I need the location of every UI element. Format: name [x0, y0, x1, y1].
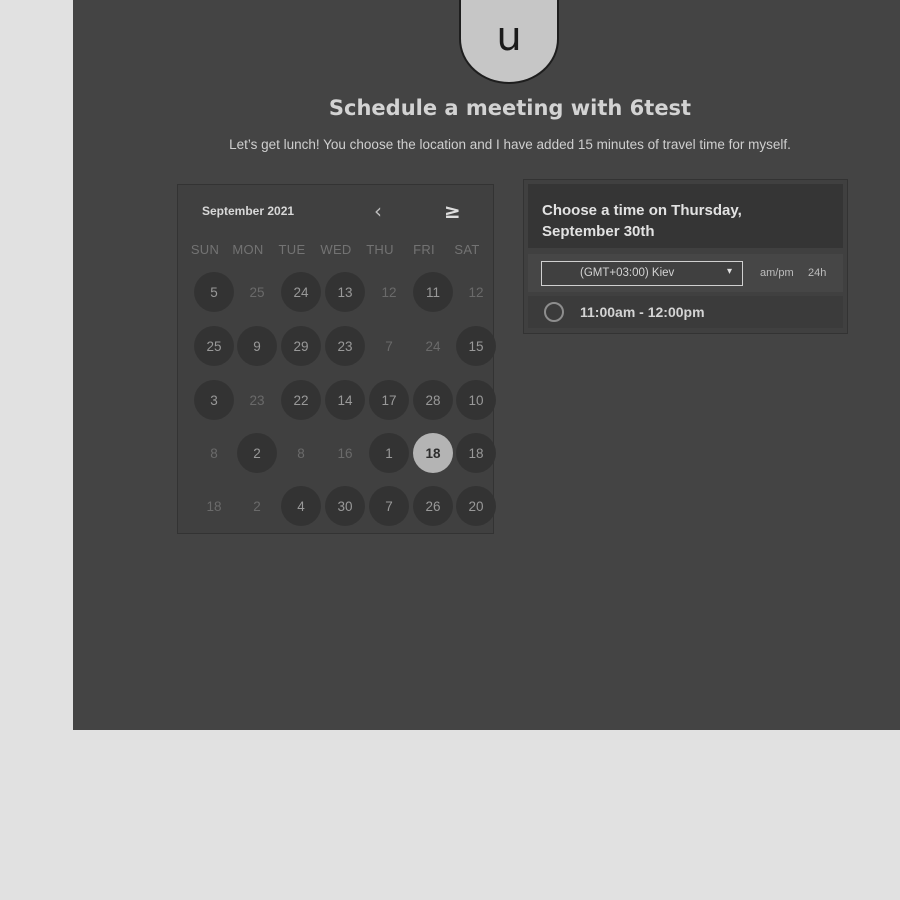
- timezone-row: (GMT+03:00) Kiev ▾ am/pm 24h: [528, 254, 843, 292]
- page-title: Schedule a meeting with 6test: [328, 96, 692, 120]
- time-panel: Choose a time on Thursday, September 30t…: [523, 179, 848, 334]
- time-panel-title: Choose a time on Thursday, September 30t…: [542, 202, 742, 240]
- time-slot-label: 11:00am - 12:00pm: [580, 304, 705, 320]
- caret-down-icon: ▾: [726, 266, 732, 277]
- format-ampm-toggle[interactable]: am/pm: [760, 267, 794, 279]
- calendar-month-label: September 2021: [202, 204, 295, 218]
- calendar-day[interactable]: 14: [325, 380, 365, 420]
- calendar-day: 16: [337, 445, 353, 461]
- calendar-day[interactable]: 15: [456, 326, 496, 366]
- time-panel-header: Choose a time on Thursday, September 30t…: [528, 184, 843, 248]
- page-subtitle: Let’s get lunch! You choose the location…: [229, 137, 791, 152]
- calendar: September 2021 ‹ ≥ SUN MON TUE WED THU FRI SAT…: [177, 184, 496, 534]
- calendar-day[interactable]: 30: [325, 486, 365, 526]
- calendar-day[interactable]: 13: [325, 272, 365, 312]
- weekday-label: THU: [366, 242, 394, 257]
- calendar-day[interactable]: 1: [369, 433, 409, 473]
- calendar-day: 25: [249, 284, 265, 300]
- weekday-label: SUN: [190, 242, 220, 257]
- calendar-day-selected[interactable]: 18: [413, 433, 453, 473]
- calendar-day[interactable]: 2: [237, 433, 277, 473]
- timezone-select[interactable]: (GMT+03:00) Kiev ▾: [541, 261, 743, 286]
- calendar-day: 12: [468, 284, 484, 300]
- chevron-left-icon[interactable]: ‹: [374, 199, 382, 223]
- radio-icon[interactable]: [544, 302, 564, 322]
- weekday-label: SAT: [454, 242, 480, 257]
- calendar-day[interactable]: 28: [413, 380, 453, 420]
- weekday-label: MON: [232, 242, 264, 257]
- timezone-value: (GMT+03:00) Kiev: [580, 267, 675, 279]
- calendar-day: 7: [385, 338, 393, 354]
- calendar-day: 12: [381, 284, 397, 300]
- calendar-day: 24: [425, 338, 441, 354]
- calendar-day[interactable]: 10: [456, 380, 496, 420]
- calendar-day: 8: [297, 445, 305, 461]
- calendar-day[interactable]: 18: [456, 433, 496, 473]
- calendar-day[interactable]: 4: [281, 486, 321, 526]
- calendar-day[interactable]: 7: [369, 486, 409, 526]
- avatar-initial: u: [496, 14, 522, 60]
- calendar-day[interactable]: 22: [281, 380, 321, 420]
- calendar-day[interactable]: 23: [325, 326, 365, 366]
- calendar-day[interactable]: 26: [413, 486, 453, 526]
- calendar-day[interactable]: 5: [194, 272, 234, 312]
- calendar-day[interactable]: 9: [237, 326, 277, 366]
- calendar-day[interactable]: 11: [413, 272, 453, 312]
- calendar-day: 2: [253, 498, 261, 514]
- weekday-label: TUE: [278, 242, 306, 257]
- calendar-day: 23: [249, 392, 265, 408]
- calendar-day[interactable]: 25: [194, 326, 234, 366]
- calendar-day: 18: [206, 498, 222, 514]
- chevron-right-icon[interactable]: ≥: [444, 199, 461, 223]
- calendar-day[interactable]: 3: [194, 380, 234, 420]
- time-slot[interactable]: 11:00am - 12:00pm: [528, 296, 843, 328]
- format-24h-toggle[interactable]: 24h: [808, 267, 826, 279]
- calendar-day[interactable]: 20: [456, 486, 496, 526]
- calendar-day[interactable]: 17: [369, 380, 409, 420]
- calendar-day: 8: [210, 445, 218, 461]
- calendar-day[interactable]: 29: [281, 326, 321, 366]
- weekday-label: FRI: [413, 242, 435, 257]
- calendar-day[interactable]: 24: [281, 272, 321, 312]
- weekday-label: WED: [320, 242, 352, 257]
